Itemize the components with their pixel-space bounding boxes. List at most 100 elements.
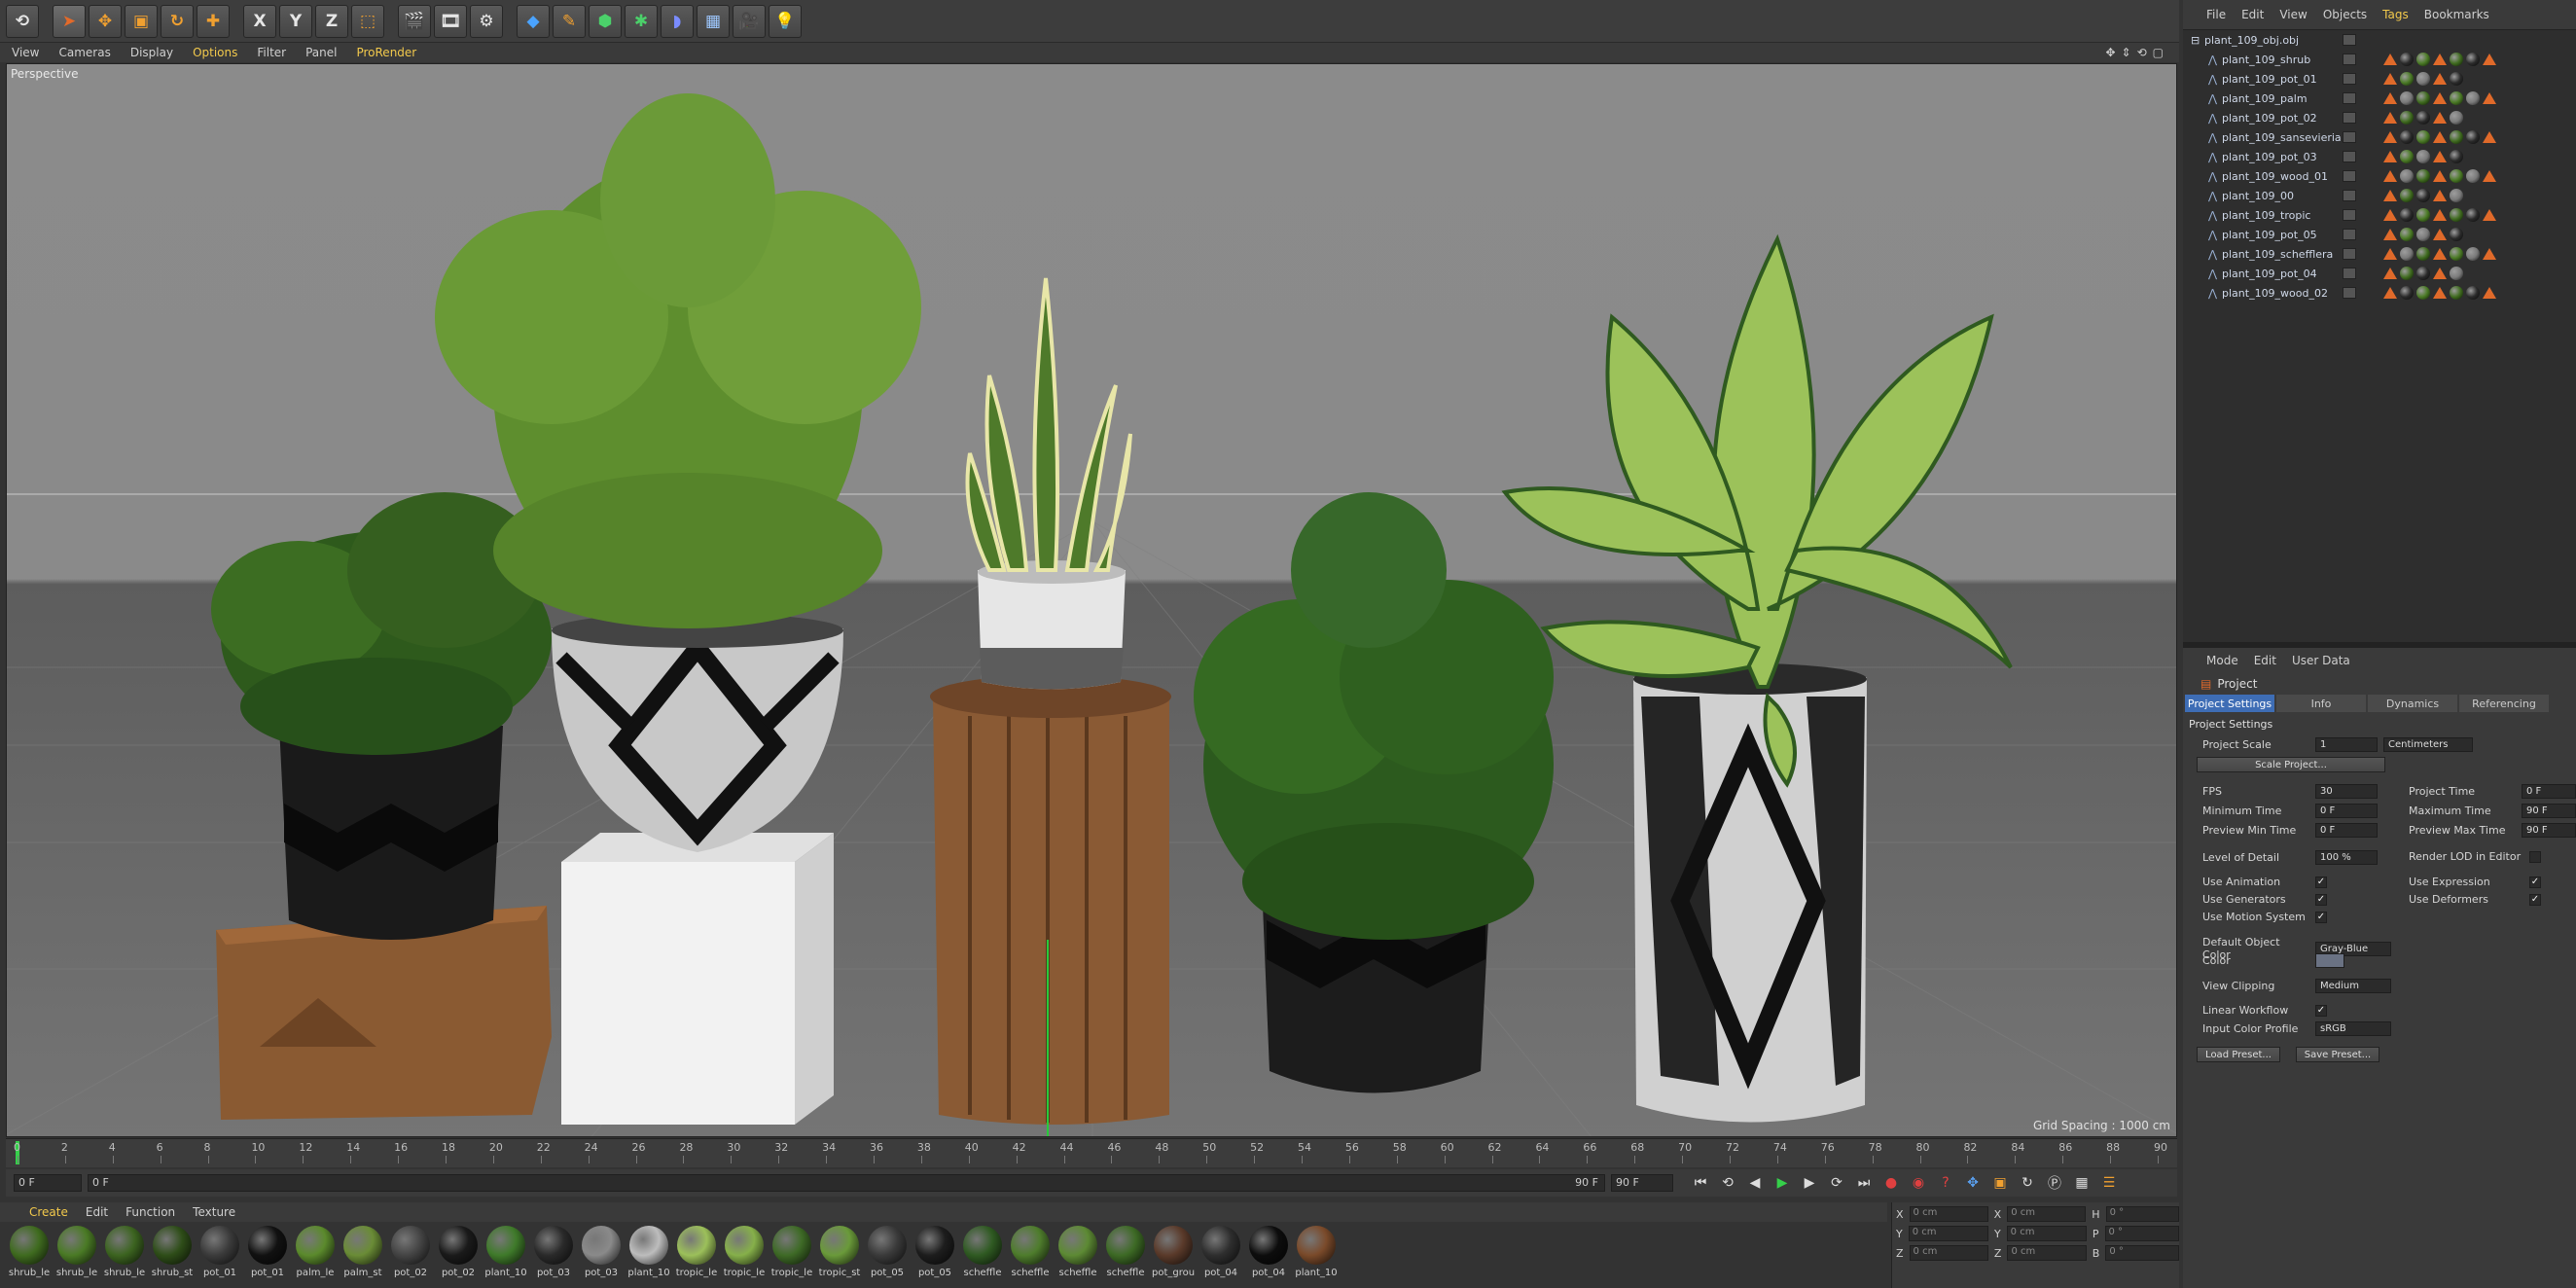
material-tag-icon[interactable] [2400, 247, 2414, 261]
material-swatch[interactable]: scheffle [1009, 1226, 1052, 1284]
material-preview[interactable] [296, 1226, 335, 1265]
object-row[interactable]: ⋀ plant_109_00 [2183, 186, 2576, 205]
next-frame-icon[interactable]: ▶ [1796, 1171, 1823, 1195]
material-swatch[interactable]: pot_05 [913, 1226, 956, 1284]
phong-tag-icon[interactable] [2483, 287, 2496, 299]
material-preview[interactable] [1011, 1226, 1050, 1265]
key-pla-icon[interactable]: ▦ [2068, 1171, 2095, 1195]
material-tag-icon[interactable] [2466, 130, 2480, 144]
material-preview[interactable] [10, 1226, 49, 1265]
tag-strip[interactable] [2383, 189, 2463, 202]
obj-menu-objects[interactable]: Objects [2323, 8, 2367, 21]
material-swatch[interactable]: pot_01 [246, 1226, 289, 1284]
coordinate-system-icon[interactable]: ⬚ [351, 4, 384, 38]
cube-icon[interactable]: ◆ [517, 4, 550, 38]
phong-tag-icon[interactable] [2433, 151, 2447, 162]
visibility-toggle[interactable] [2343, 287, 2356, 299]
key-scale-icon[interactable]: ▣ [1986, 1171, 2014, 1195]
material-swatch[interactable]: pot_02 [389, 1226, 432, 1284]
project-time-field[interactable]: 0 F [2522, 784, 2576, 799]
material-tag-icon[interactable] [2450, 247, 2463, 261]
vp-menu-filter[interactable]: Filter [257, 46, 286, 59]
prev-key-icon[interactable]: ⟲ [1714, 1171, 1741, 1195]
phong-tag-icon[interactable] [2383, 268, 2397, 279]
material-preview[interactable] [868, 1226, 907, 1265]
material-tag-icon[interactable] [2400, 91, 2414, 105]
material-tag-icon[interactable] [2450, 53, 2463, 66]
vp-menu-display[interactable]: Display [130, 46, 173, 59]
move-icon[interactable]: ✥ [89, 4, 122, 38]
autokey-icon[interactable]: ◉ [1905, 1171, 1932, 1195]
object-name[interactable]: plant_109_pot_05 [2222, 229, 2317, 241]
phong-tag-icon[interactable] [2383, 151, 2397, 162]
material-tag-icon[interactable] [2466, 91, 2480, 105]
tag-strip[interactable] [2383, 53, 2496, 66]
range-slider[interactable]: 0 F 90 F [88, 1174, 1605, 1192]
material-preview[interactable] [248, 1226, 287, 1265]
object-name[interactable]: plant_109_pot_01 [2222, 73, 2317, 86]
preview-min-field[interactable]: 0 F [2315, 823, 2378, 838]
end-frame-field[interactable]: 90 F [1611, 1174, 1673, 1192]
material-swatch[interactable]: tropic_le [675, 1226, 718, 1284]
material-swatch[interactable]: pot_grou [1152, 1226, 1195, 1284]
material-tag-icon[interactable] [2400, 150, 2414, 163]
visibility-toggle[interactable] [2343, 268, 2356, 279]
material-swatch[interactable]: pot_03 [580, 1226, 623, 1284]
material-preview[interactable] [1249, 1226, 1288, 1265]
tag-strip[interactable] [2383, 111, 2463, 125]
material-tag-icon[interactable] [2450, 208, 2463, 222]
object-row[interactable]: ⋀ plant_109_palm [2183, 89, 2576, 108]
phong-tag-icon[interactable] [2433, 170, 2447, 182]
material-tag-icon[interactable] [2450, 228, 2463, 241]
material-swatch[interactable]: plant_10 [1295, 1226, 1338, 1284]
object-row[interactable]: ⋀ plant_109_sansevieria [2183, 127, 2576, 147]
collapse-icon[interactable]: ⊟ [2191, 34, 2200, 47]
tag-strip[interactable] [2383, 267, 2463, 280]
phong-tag-icon[interactable] [2383, 92, 2397, 104]
use-generators-checkbox[interactable]: ✓ [2315, 893, 2327, 906]
size-y-field[interactable]: 0 cm [2006, 1226, 2087, 1241]
material-tag-icon[interactable] [2400, 111, 2414, 125]
obj-menu-view[interactable]: View [2279, 8, 2307, 21]
material-preview[interactable] [439, 1226, 478, 1265]
key-rotation-icon[interactable]: ↻ [2014, 1171, 2041, 1195]
material-preview[interactable] [391, 1226, 430, 1265]
phong-tag-icon[interactable] [2383, 131, 2397, 143]
material-tag-icon[interactable] [2450, 72, 2463, 86]
phong-tag-icon[interactable] [2383, 287, 2397, 299]
phong-tag-icon[interactable] [2383, 229, 2397, 240]
material-tag-icon[interactable] [2450, 130, 2463, 144]
material-preview[interactable] [629, 1226, 668, 1265]
obj-menu-edit[interactable]: Edit [2241, 8, 2264, 21]
phong-tag-icon[interactable] [2433, 190, 2447, 201]
object-name[interactable]: plant_109_palm [2222, 92, 2308, 105]
material-tag-icon[interactable] [2416, 247, 2430, 261]
visibility-toggle[interactable] [2343, 170, 2356, 182]
project-scale-unit-select[interactable]: Centimeters [2383, 737, 2473, 752]
material-tag-icon[interactable] [2416, 91, 2430, 105]
start-frame-field[interactable]: 0 F [14, 1174, 82, 1192]
keyframe-selection-icon[interactable]: ? [1932, 1171, 1959, 1195]
object-row[interactable]: ⋀ plant_109_schefflera [2183, 244, 2576, 264]
view-clipping-select[interactable]: Medium [2315, 979, 2391, 993]
material-tag-icon[interactable] [2450, 189, 2463, 202]
rotate-icon[interactable]: ↻ [161, 4, 194, 38]
render-settings-icon[interactable]: ⚙ [470, 4, 503, 38]
visibility-toggle[interactable] [2343, 54, 2356, 65]
material-preview[interactable] [1154, 1226, 1193, 1265]
phong-tag-icon[interactable] [2433, 131, 2447, 143]
camera-icon[interactable]: 🎥 [733, 4, 766, 38]
material-preview[interactable] [1106, 1226, 1145, 1265]
floor-icon[interactable]: ▦ [697, 4, 730, 38]
phong-tag-icon[interactable] [2383, 112, 2397, 124]
obj-menu-bookmarks[interactable]: Bookmarks [2424, 8, 2489, 21]
vp-menu-prorender[interactable]: ProRender [356, 46, 416, 59]
material-tag-icon[interactable] [2416, 267, 2430, 280]
render-picture-viewer-icon[interactable]: 🎞 [434, 4, 467, 38]
goto-start-icon[interactable]: ⏮ [1687, 1171, 1714, 1195]
material-tag-icon[interactable] [2416, 150, 2430, 163]
material-preview[interactable] [486, 1226, 525, 1265]
material-preview[interactable] [915, 1226, 954, 1265]
material-tag-icon[interactable] [2416, 169, 2430, 183]
scale-project-button[interactable]: Scale Project... [2197, 757, 2385, 772]
